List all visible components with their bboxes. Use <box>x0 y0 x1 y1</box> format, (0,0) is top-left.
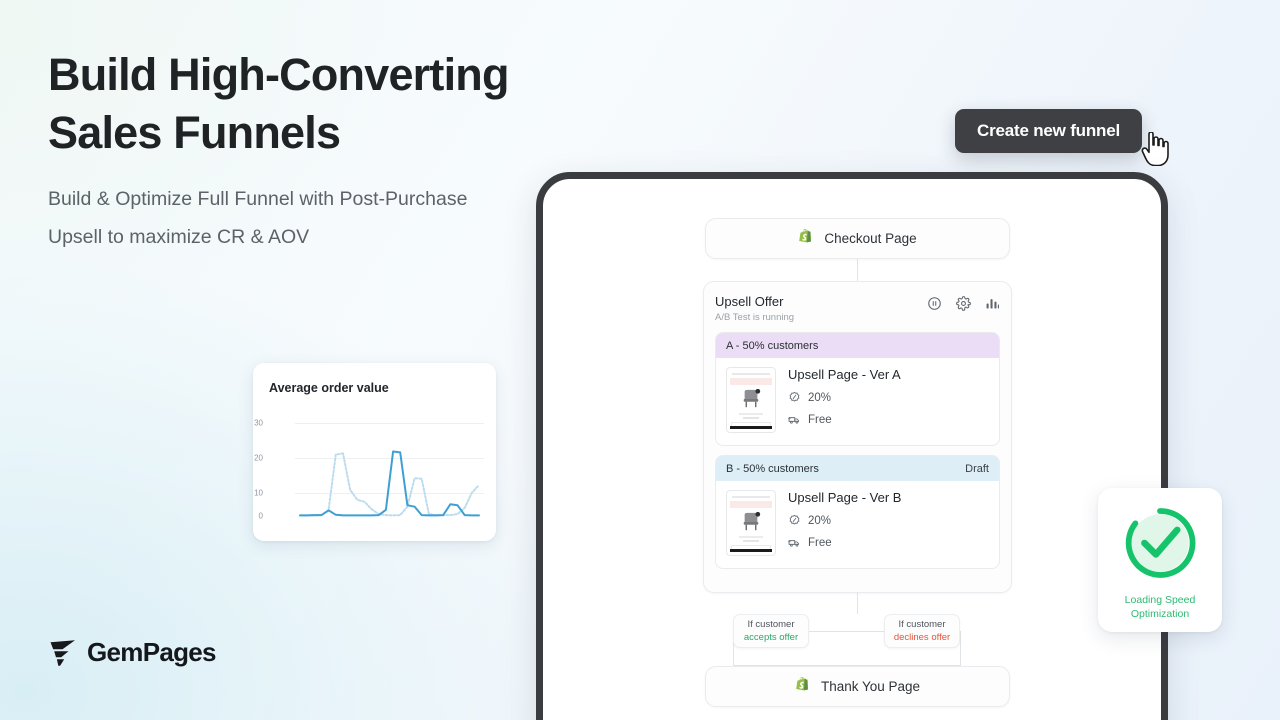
variant-b-header-label: B - 50% customers <box>726 463 819 475</box>
check-circle-icon <box>1119 502 1201 584</box>
y-tick-30: 30 <box>254 419 263 428</box>
node-thank-you-page-label: Thank You Page <box>821 679 920 694</box>
upsell-offer-subtitle: A/B Test is running <box>715 312 794 323</box>
connector-checkout-to-upsell <box>857 259 858 281</box>
variant-b-shipping: Free <box>808 537 832 549</box>
variant-b-discount-row: 20% <box>788 514 901 527</box>
node-checkout-page[interactable]: Checkout Page <box>705 218 1010 259</box>
variant-b-details: Upsell Page - Ver B 20% <box>788 490 901 556</box>
variant-a-header: A - 50% customers <box>716 333 999 358</box>
gempages-mark-icon <box>48 638 78 668</box>
chair-product-icon <box>740 389 762 409</box>
variant-b-page-thumbnail <box>726 490 776 556</box>
variant-a-details: Upsell Page - Ver A 20% <box>788 367 901 433</box>
condition-declines-offer[interactable]: If customer declines offer <box>884 614 960 648</box>
average-order-value-card: Average order value 30 20 10 0 <box>253 363 496 541</box>
condition-accepts-offer[interactable]: If customer accepts offer <box>733 614 809 648</box>
variant-a-card[interactable]: A - 50% customers <box>715 332 1000 446</box>
gempages-logo: GemPages <box>48 637 216 668</box>
upsell-offer-titleblock: Upsell Offer A/B Test is running <box>715 294 794 323</box>
condition-accepts-line1: If customer <box>748 618 795 631</box>
page-subheadline: Build & Optimize Full Funnel with Post-P… <box>48 180 478 256</box>
shipping-truck-icon <box>788 413 801 426</box>
variant-a-shipping-row: Free <box>788 413 901 426</box>
upsell-offer-header: Upsell Offer A/B Test is running <box>715 294 1000 323</box>
variant-b-discount: 20% <box>808 515 831 527</box>
y-tick-10: 10 <box>254 489 263 498</box>
pause-circle-icon[interactable] <box>927 296 942 311</box>
loading-speed-line1: Loading Speed <box>1125 594 1196 606</box>
variant-b-status: Draft <box>965 463 989 475</box>
variant-a-discount: 20% <box>808 392 831 404</box>
chair-product-icon <box>740 512 762 532</box>
page-headline: Build High-Converting Sales Funnels <box>48 46 568 162</box>
connector-upsell-to-conditions <box>857 593 858 614</box>
loading-speed-label: Loading Speed Optimization <box>1110 593 1210 621</box>
chart-plot-area: 30 20 10 0 <box>269 411 484 523</box>
variant-a-page-thumbnail <box>726 367 776 433</box>
shopify-icon <box>798 229 815 248</box>
variant-b-shipping-row: Free <box>788 536 901 549</box>
discount-badge-icon <box>788 514 801 527</box>
connector-decline-down <box>960 631 961 666</box>
upsell-offer-actions <box>927 294 1000 311</box>
variant-a-shipping: Free <box>808 414 832 426</box>
node-thank-you-page[interactable]: Thank You Page <box>705 666 1010 707</box>
y-tick-0: 0 <box>259 512 263 521</box>
create-new-funnel-button[interactable]: Create new funnel <box>955 109 1142 153</box>
chart-title: Average order value <box>269 381 480 395</box>
upsell-offer-title: Upsell Offer <box>715 294 794 309</box>
device-mockup-frame: Checkout Page Upsell Offer A/B Test is r… <box>536 172 1168 720</box>
variant-a-body: Upsell Page - Ver A 20% <box>716 358 999 445</box>
node-upsell-offer[interactable]: Upsell Offer A/B Test is running <box>703 281 1012 593</box>
variant-b-card[interactable]: B - 50% customers Draft <box>715 455 1000 569</box>
chart-series-svg <box>295 411 484 523</box>
node-checkout-page-label: Checkout Page <box>824 231 916 246</box>
variant-a-page-title: Upsell Page - Ver A <box>788 367 901 382</box>
promo-banner: Build High-Converting Sales Funnels Buil… <box>0 0 1280 720</box>
variant-b-header: B - 50% customers Draft <box>716 456 999 481</box>
gear-icon[interactable] <box>956 296 971 311</box>
variant-b-body: Upsell Page - Ver B 20% <box>716 481 999 568</box>
condition-accepts-line2: accepts offer <box>744 631 798 644</box>
variant-b-page-title: Upsell Page - Ver B <box>788 490 901 505</box>
y-tick-20: 20 <box>254 454 263 463</box>
condition-declines-line2: declines offer <box>894 631 950 644</box>
hand-pointer-cursor-icon <box>1140 132 1170 166</box>
gempages-logo-text: GemPages <box>87 637 216 668</box>
variant-a-discount-row: 20% <box>788 391 901 404</box>
discount-badge-icon <box>788 391 801 404</box>
bar-chart-icon[interactable] <box>985 296 1000 311</box>
variant-a-header-label: A - 50% customers <box>726 340 818 352</box>
loading-speed-badge: Loading Speed Optimization <box>1098 488 1222 632</box>
funnel-canvas: Checkout Page Upsell Offer A/B Test is r… <box>543 179 1161 720</box>
condition-declines-line1: If customer <box>899 618 946 631</box>
shopify-icon <box>795 677 812 696</box>
shipping-truck-icon <box>788 536 801 549</box>
loading-speed-line2: Optimization <box>1131 608 1189 620</box>
